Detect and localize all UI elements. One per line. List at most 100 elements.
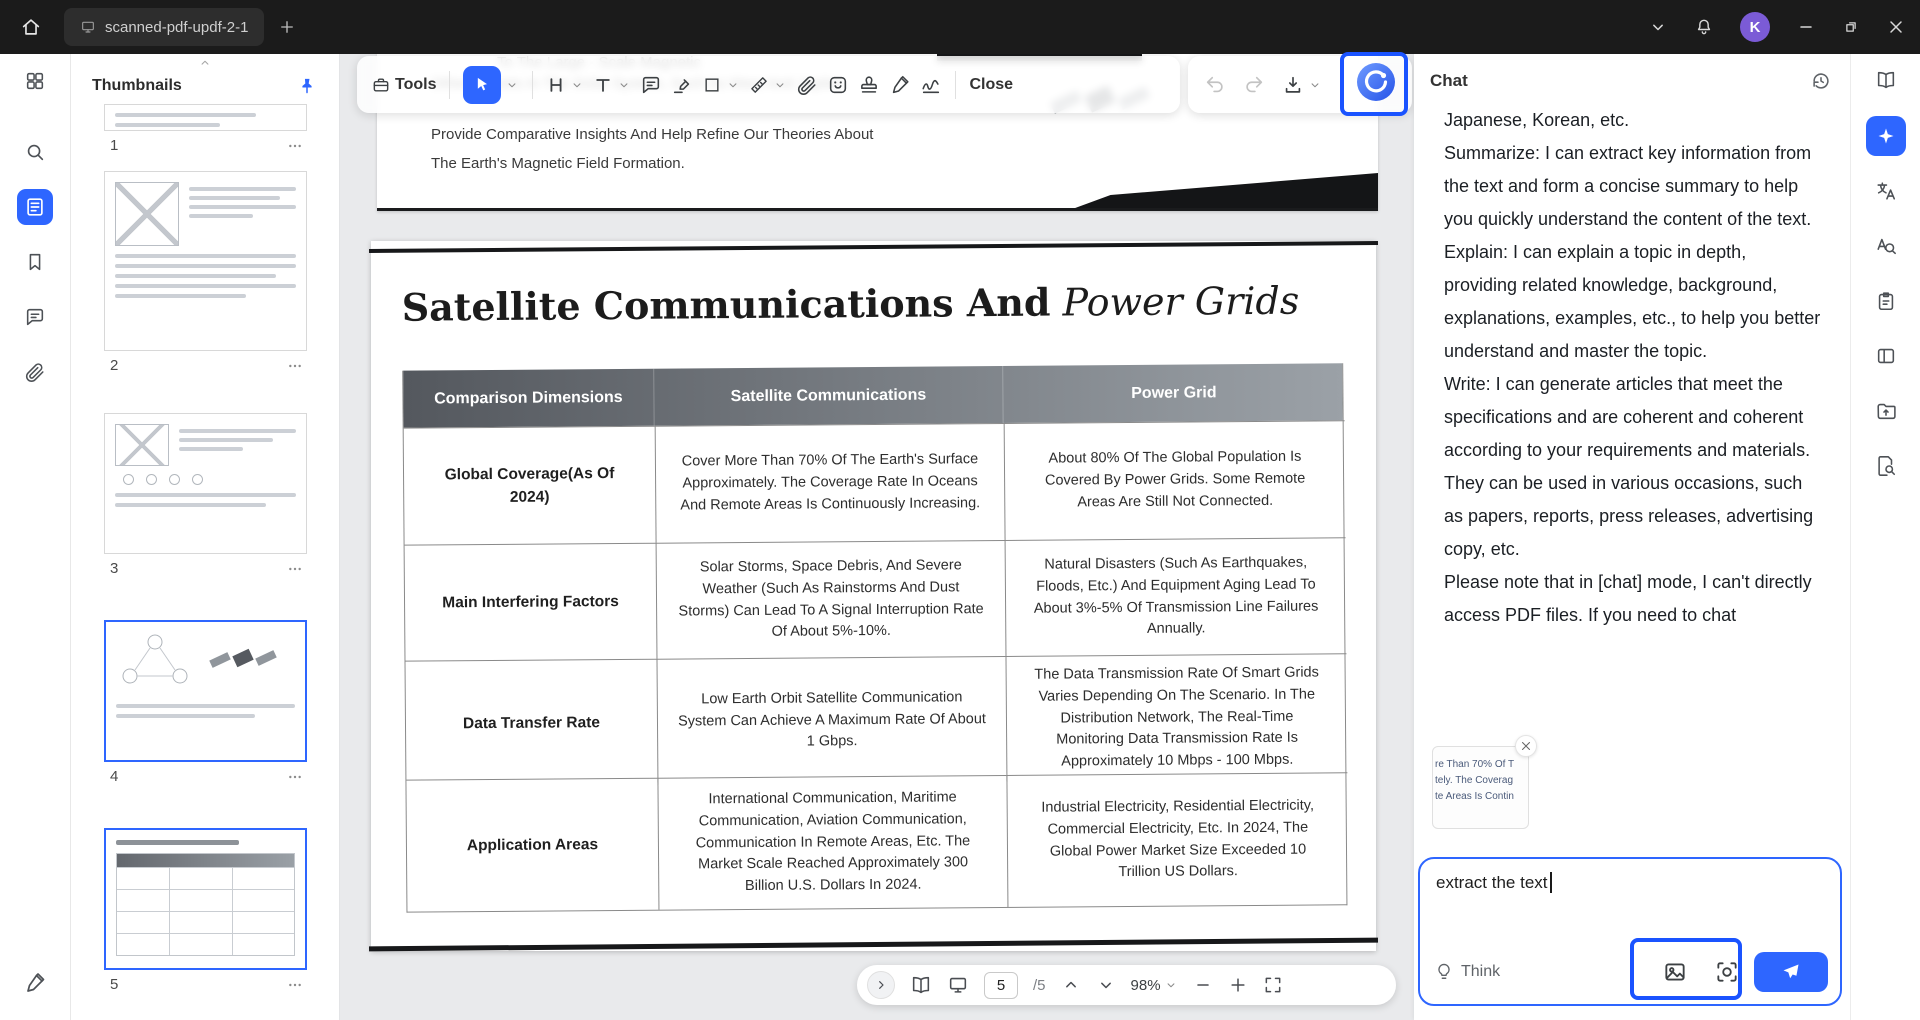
chat-message-area[interactable]: Japanese, Korean, etc. Summarize: I can … [1414, 110, 1850, 730]
home-icon[interactable] [20, 16, 42, 38]
ocr-text-recognize-icon[interactable] [1864, 224, 1908, 268]
expand-panel-button[interactable] [867, 971, 895, 999]
chat-history-icon[interactable] [1810, 70, 1832, 92]
zoom-out-icon[interactable] [1193, 975, 1213, 995]
ai-assistant-button[interactable] [1356, 62, 1396, 107]
avatar[interactable]: K [1740, 12, 1770, 42]
page-menu-icon[interactable] [287, 358, 303, 374]
document-tab[interactable]: scanned-pdf-updf-2-1 [64, 8, 265, 46]
thumbnail-preview[interactable] [104, 171, 307, 351]
close-tools-button[interactable]: Close [969, 76, 1013, 94]
minimize-button[interactable] [1796, 17, 1816, 37]
restore-button[interactable] [1842, 18, 1860, 36]
close-window-button[interactable] [1886, 17, 1906, 37]
thumbnail-preview[interactable] [104, 413, 307, 554]
thumbnail-item-3[interactable]: 3 [104, 413, 307, 577]
chat-input-actions: Think [1434, 950, 1828, 994]
table-row: Global Coverage(As Of 2024) Cover More T… [403, 420, 1346, 545]
next-page-icon[interactable] [1096, 975, 1116, 995]
pin-icon[interactable] [297, 76, 317, 96]
chevron-down-icon[interactable] [617, 78, 631, 92]
collapse-toolbar-icon[interactable] [1648, 17, 1668, 37]
page-menu-icon[interactable] [287, 769, 303, 785]
sidebar-item-thumbnails-active[interactable] [13, 185, 57, 229]
heading-icon [546, 75, 566, 95]
square-icon [702, 75, 722, 95]
form-field-icon[interactable] [1864, 279, 1908, 323]
highlighter-tool[interactable] [671, 74, 693, 96]
zoom-in-icon[interactable] [1228, 975, 1248, 995]
thumbnail-preview[interactable] [104, 104, 307, 131]
pen-nib-icon [889, 74, 911, 96]
text-tool[interactable] [593, 75, 631, 95]
thumbnails-title: Thumbnails [92, 77, 182, 94]
page-menu-icon[interactable] [287, 561, 303, 577]
export-icon[interactable] [1864, 389, 1908, 433]
thumbnail-item-2[interactable]: 2 [104, 171, 307, 374]
page-text-line: The Earth's Magnetic Field Formation. [431, 155, 685, 172]
freehand-signature-tool[interactable] [920, 74, 942, 96]
chevron-down-icon[interactable] [1308, 78, 1322, 92]
chat-title: Chat [1430, 71, 1468, 90]
thumbnail-item-4[interactable]: 4 [104, 620, 307, 785]
undo-icon[interactable] [1204, 74, 1226, 96]
chat-input-box[interactable]: extract the text Think [1418, 857, 1842, 1006]
reader-mode-icon[interactable] [1864, 58, 1908, 102]
previous-page-icon[interactable] [1061, 975, 1081, 995]
comment-icon[interactable] [13, 295, 57, 339]
add-image-icon[interactable] [1662, 959, 1688, 985]
sticker-tool[interactable] [827, 74, 849, 96]
attachment-preview[interactable]: re Than 70% Of T tely. The Coverag te Ar… [1432, 746, 1529, 829]
measure-tool[interactable] [749, 75, 787, 95]
think-toggle[interactable]: Think [1434, 962, 1500, 982]
chevron-down-icon[interactable] [773, 78, 787, 92]
chat-input[interactable]: extract the text [1436, 873, 1548, 893]
notifications-icon[interactable] [1694, 17, 1714, 37]
chevron-down-icon[interactable] [726, 78, 740, 92]
thumbnail-preview[interactable] [104, 828, 307, 970]
screenshot-capture-icon[interactable] [1714, 959, 1740, 985]
scribble-icon [920, 74, 942, 96]
save-button[interactable] [1282, 74, 1322, 96]
header-footer-tool[interactable] [546, 75, 584, 95]
signature-pen-icon[interactable] [13, 961, 57, 1005]
shape-tool[interactable] [702, 75, 740, 95]
layout-columns-icon[interactable] [1864, 334, 1908, 378]
tools-button[interactable]: Tools [371, 75, 436, 95]
search-icon[interactable] [13, 130, 57, 174]
fit-screen-icon[interactable] [1263, 975, 1283, 995]
stamp-tool[interactable] [858, 74, 880, 96]
chevron-down-icon[interactable] [505, 78, 519, 92]
attach-file-tool[interactable] [796, 74, 818, 96]
page-number: 2 [110, 357, 119, 374]
thumbnail-item-5[interactable]: 5 [104, 828, 307, 993]
new-tab-button[interactable] [278, 18, 296, 36]
cursor-icon [472, 75, 492, 95]
presentation-mode-icon[interactable] [947, 974, 969, 996]
chevron-down-icon[interactable] [570, 78, 584, 92]
attachment-icon[interactable] [13, 350, 57, 394]
send-button[interactable] [1754, 952, 1828, 992]
select-tool-active[interactable] [463, 65, 519, 104]
document-canvas[interactable]: To The Large - Scale Magnetic Other Plan… [340, 54, 1414, 1020]
thumbnail-preview[interactable] [104, 620, 307, 762]
signature-tool[interactable] [889, 74, 911, 96]
page-menu-icon[interactable] [287, 138, 303, 154]
translate-icon[interactable] [1864, 169, 1908, 213]
remove-attachment-icon[interactable] [1515, 735, 1537, 757]
redo-icon[interactable] [1243, 74, 1265, 96]
page-number-input[interactable]: 5 [984, 971, 1018, 999]
ai-assistant-tab-active[interactable] [1864, 114, 1908, 158]
thumbnails-panel[interactable]: Thumbnails 1 2 3 4 5 [71, 54, 340, 1020]
apps-grid-icon[interactable] [13, 59, 57, 103]
document-search-icon[interactable] [1864, 444, 1908, 488]
bookmark-icon[interactable] [13, 240, 57, 284]
page-menu-icon[interactable] [287, 977, 303, 993]
table-cell: About 80% Of The Global Population Is Co… [1003, 420, 1346, 540]
comment-tool[interactable] [640, 74, 662, 96]
reading-mode-icon[interactable] [910, 974, 932, 996]
right-sidebar [1850, 54, 1920, 1020]
thumbnail-item-1[interactable]: 1 [104, 104, 307, 154]
page-number: 1 [110, 137, 119, 154]
zoom-dropdown[interactable]: 98% [1131, 977, 1178, 994]
